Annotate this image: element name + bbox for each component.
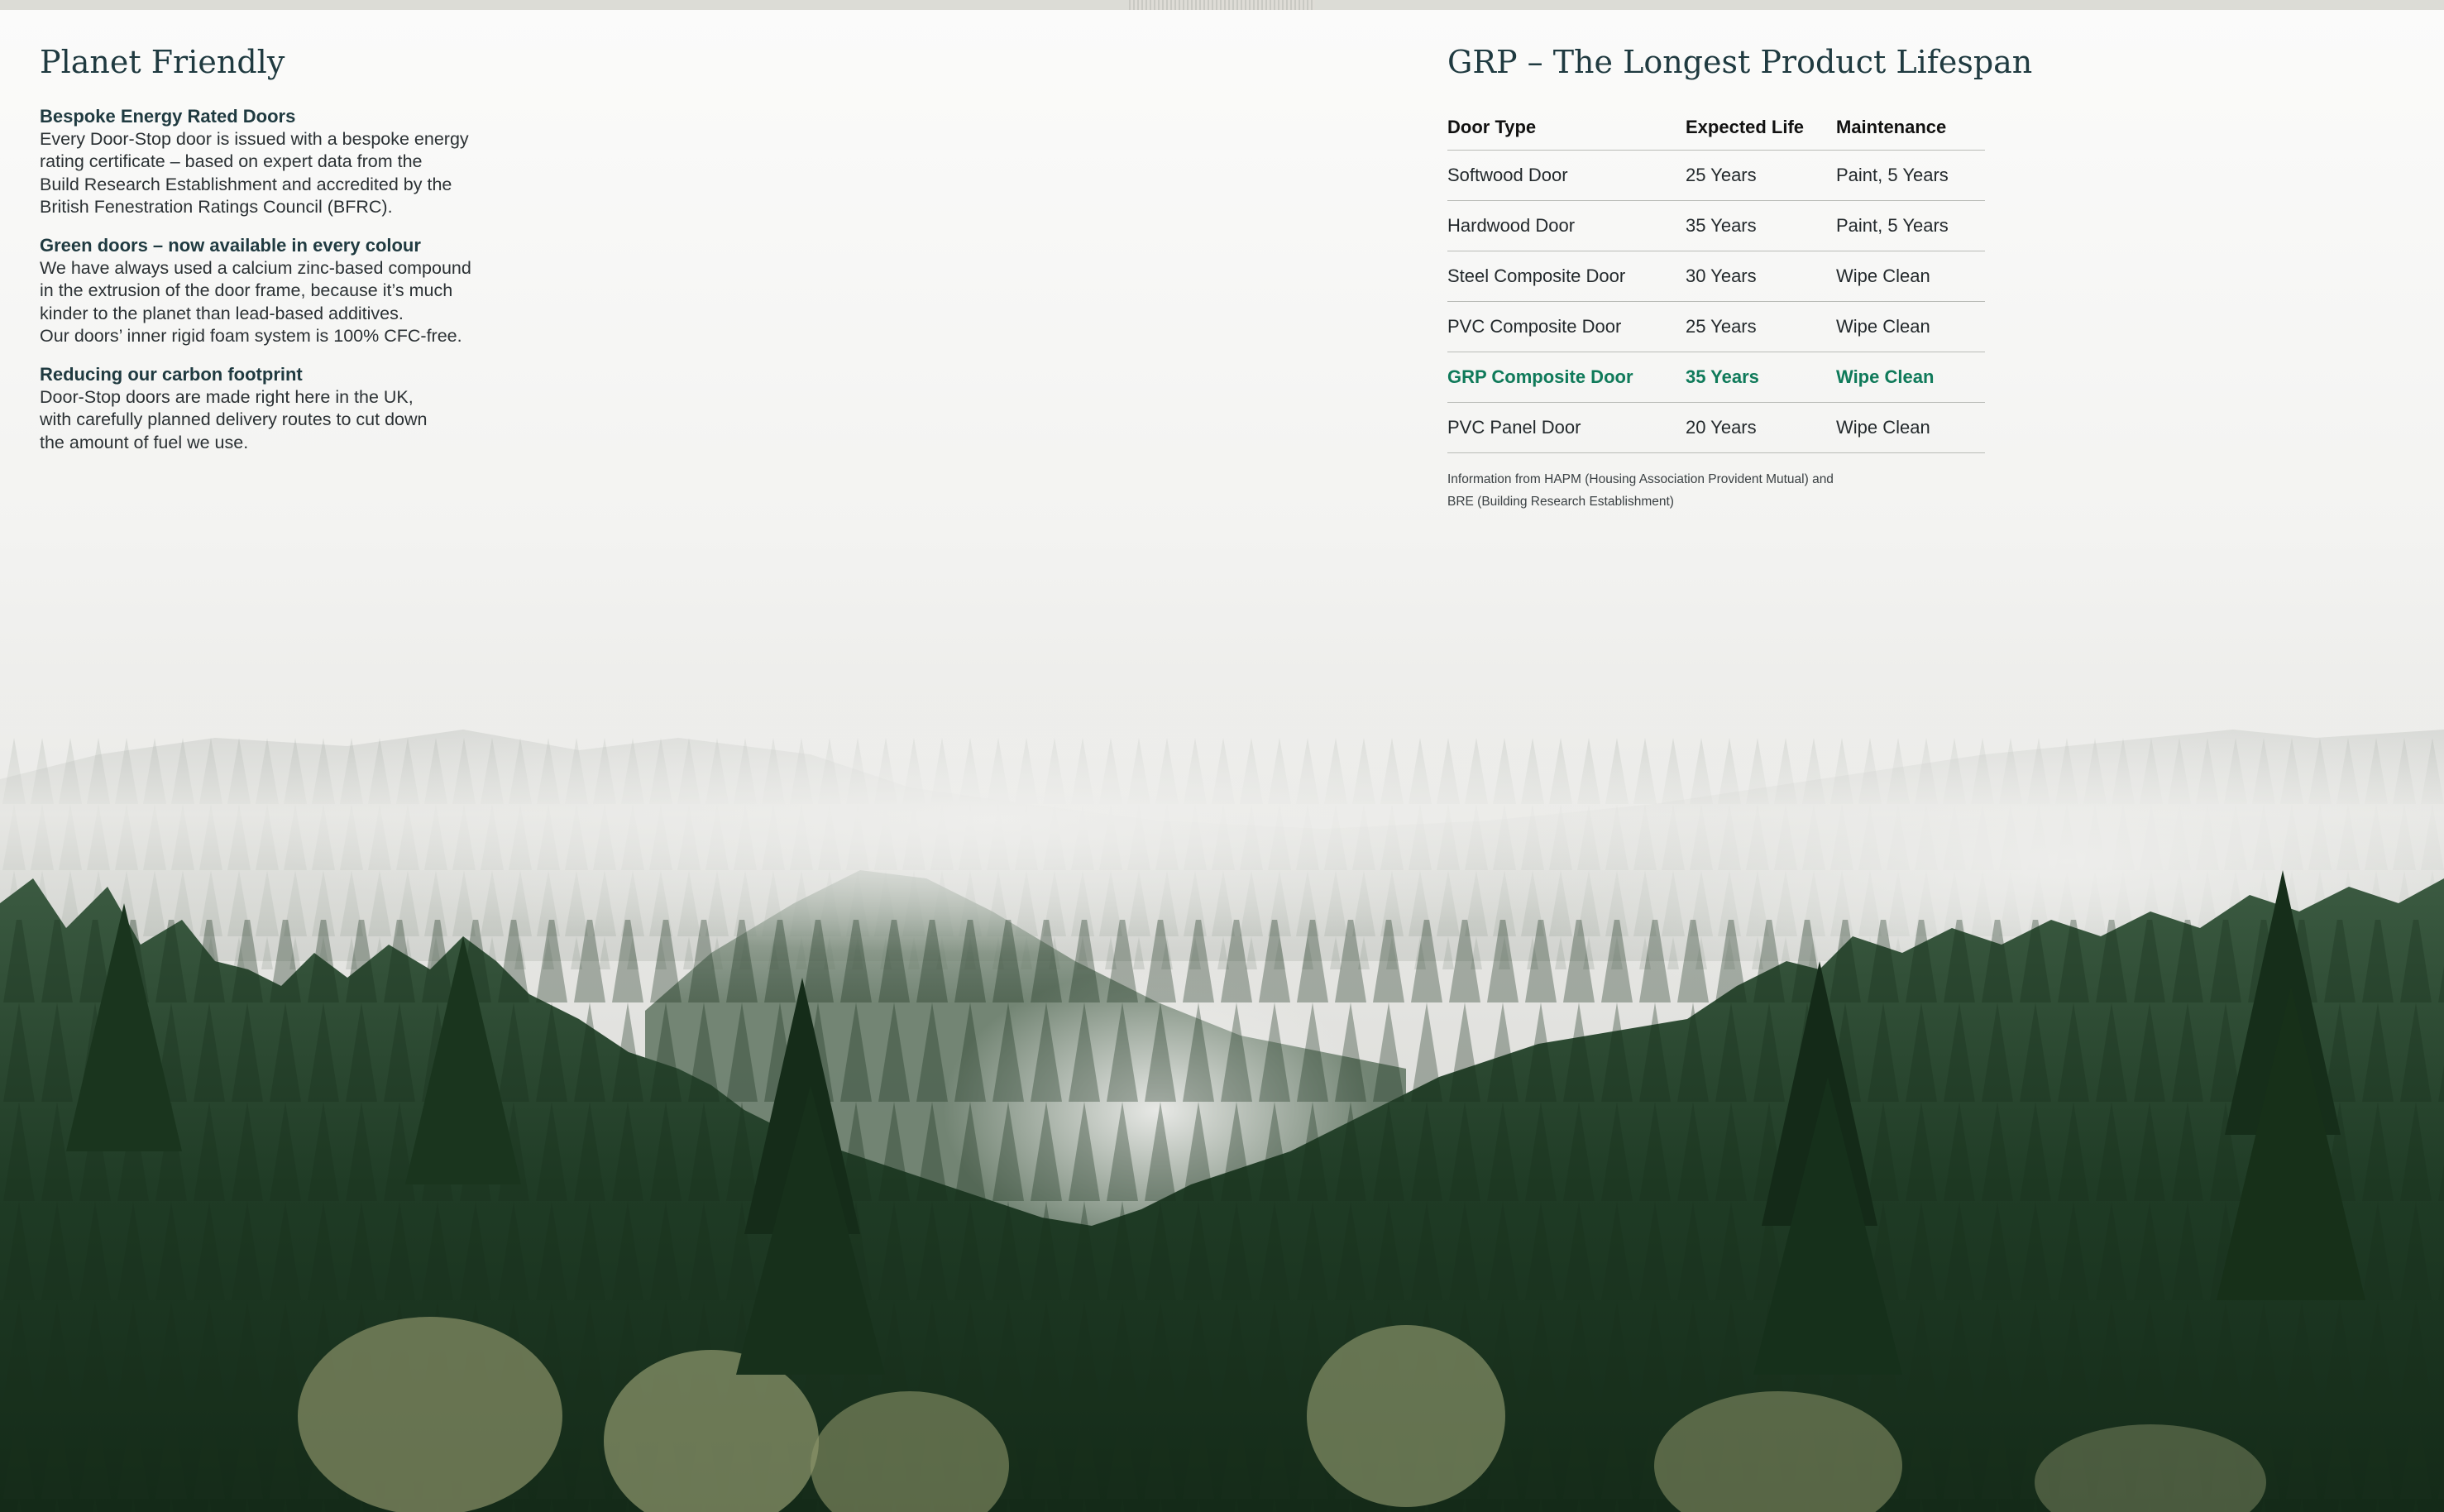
cell-maintenance: Paint, 5 Years xyxy=(1836,164,1949,185)
table-row: Softwood Door 25 Years Paint, 5 Years xyxy=(1447,151,1985,201)
cell-expected-life: 20 Years xyxy=(1686,416,1757,438)
lifespan-table: Door Type Expected Life Maintenance Soft… xyxy=(1447,105,1985,453)
cell-maintenance: Wipe Clean xyxy=(1836,315,1930,337)
cell-door-type: PVC Panel Door xyxy=(1447,416,1581,438)
cell-door-type: Steel Composite Door xyxy=(1447,265,1626,286)
section-energy-rated: Bespoke Energy Rated Doors Every Door-St… xyxy=(40,105,569,219)
section-heading: Bespoke Energy Rated Doors xyxy=(40,105,296,127)
section-heading: Reducing our carbon footprint xyxy=(40,363,303,385)
section-carbon-footprint: Reducing our carbon footprint Door-Stop … xyxy=(40,363,569,455)
section-body: Every Door-Stop door is issued with a be… xyxy=(40,128,469,218)
cell-door-type: Softwood Door xyxy=(1447,164,1568,185)
cell-expected-life: 35 Years xyxy=(1686,366,1759,387)
cell-door-type: GRP Composite Door xyxy=(1447,366,1633,387)
section-green-doors: Green doors – now available in every col… xyxy=(40,234,569,348)
section-heading: Green doors – now available in every col… xyxy=(40,234,421,256)
cell-maintenance: Wipe Clean xyxy=(1836,366,1935,387)
table-footnote: Information from HAPM (Housing Associati… xyxy=(1447,471,1834,509)
cell-maintenance: Paint, 5 Years xyxy=(1836,214,1949,236)
header-door-type: Door Type xyxy=(1447,116,1537,137)
header-expected-life: Expected Life xyxy=(1686,116,1805,137)
table-row-highlighted: GRP Composite Door 35 Years Wipe Clean xyxy=(1447,352,1985,403)
section-body: We have always used a calcium zinc-based… xyxy=(40,257,471,347)
table-row: PVC Panel Door 20 Years Wipe Clean xyxy=(1447,403,1985,453)
cell-expected-life: 30 Years xyxy=(1686,265,1757,286)
cell-expected-life: 35 Years xyxy=(1686,214,1757,236)
table-row: Steel Composite Door 30 Years Wipe Clean xyxy=(1447,251,1985,302)
cell-door-type: PVC Composite Door xyxy=(1447,315,1622,337)
lifespan-title: GRP – The Longest Product Lifespan xyxy=(1447,44,2033,80)
binding-mark xyxy=(1129,0,1315,10)
cell-expected-life: 25 Years xyxy=(1686,315,1757,337)
cell-maintenance: Wipe Clean xyxy=(1836,416,1930,438)
brochure-spread: Planet Friendly Bespoke Energy Rated Doo… xyxy=(0,0,2444,1512)
cell-expected-life: 25 Years xyxy=(1686,164,1757,185)
table-header-row: Door Type Expected Life Maintenance xyxy=(1447,105,1985,151)
table-row: Hardwood Door 35 Years Paint, 5 Years xyxy=(1447,201,1985,251)
section-body: Door-Stop doors are made right here in t… xyxy=(40,386,428,452)
header-maintenance: Maintenance xyxy=(1836,116,1947,137)
planet-friendly-section: Planet Friendly Bespoke Energy Rated Doo… xyxy=(40,45,569,469)
planet-friendly-title: Planet Friendly xyxy=(40,44,285,80)
cell-door-type: Hardwood Door xyxy=(1447,214,1576,236)
lifespan-section: GRP – The Longest Product Lifespan Door … xyxy=(1447,44,2033,513)
cell-maintenance: Wipe Clean xyxy=(1836,265,1930,286)
table-row: PVC Composite Door 25 Years Wipe Clean xyxy=(1447,302,1985,352)
